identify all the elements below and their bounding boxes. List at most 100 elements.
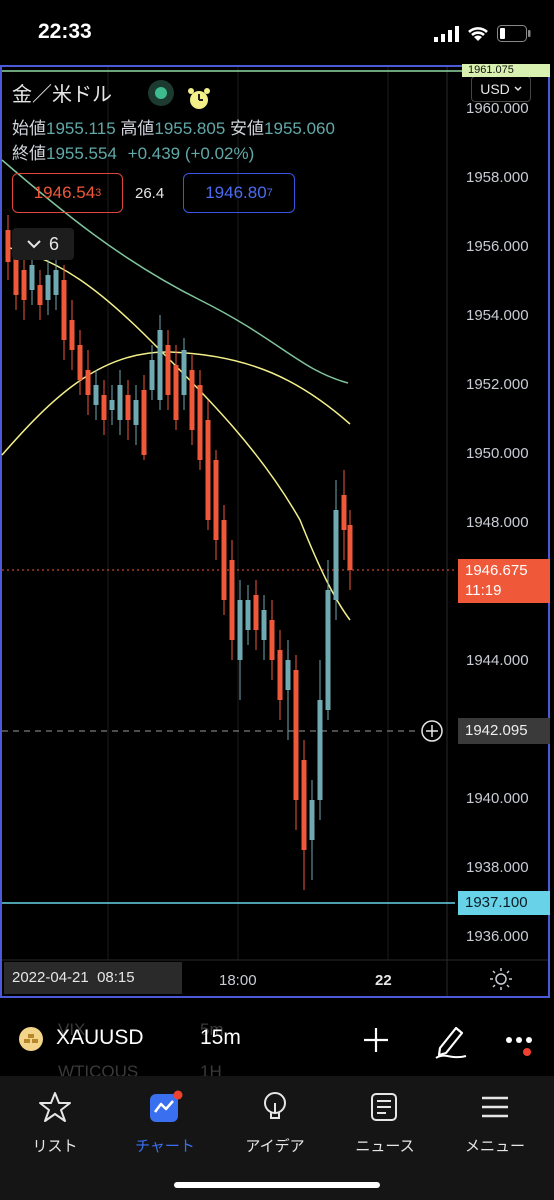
top-edge-price-tag: 1961.075 xyxy=(462,64,550,77)
tab-menu-label: メニュー xyxy=(464,1138,525,1155)
buy-button[interactable]: 1946.80 7 xyxy=(183,173,295,213)
candle-body xyxy=(13,255,19,295)
candle-body xyxy=(157,330,163,400)
chart-icon xyxy=(150,1090,183,1122)
candle-body xyxy=(245,600,251,630)
candle-body xyxy=(165,345,171,395)
chevron-down-icon xyxy=(27,240,41,249)
sell-button[interactable]: 1946.54 3 xyxy=(12,173,123,213)
candle-body xyxy=(181,350,187,395)
candle-body xyxy=(341,495,347,530)
drawing-pen-icon[interactable] xyxy=(432,1022,468,1060)
market-open-dot xyxy=(155,87,167,99)
candle-body xyxy=(21,270,27,300)
tab-chart-label: チャート xyxy=(135,1138,195,1155)
currency-label: USD xyxy=(480,81,510,97)
candle-body xyxy=(125,395,131,420)
open-label: 始値 xyxy=(12,119,46,138)
buy-price-pip: 7 xyxy=(266,187,273,199)
symbol-title[interactable]: 金／米ドル xyxy=(12,78,112,107)
spread-value: 26.4 xyxy=(135,185,165,202)
open-value: 1955.115 xyxy=(46,119,116,138)
price-scale-label: 1954.000 xyxy=(466,307,529,324)
symbol-name[interactable]: XAUUSD xyxy=(56,1026,144,1050)
tab-list[interactable]: リスト xyxy=(0,1090,110,1156)
ohlc-line-2: 終値1955.554 +0.439 (+0.02%) xyxy=(12,139,254,164)
time-tick-22: 22 xyxy=(375,972,392,989)
candle-body xyxy=(29,265,35,290)
candle-body xyxy=(237,600,243,660)
symbol-bar: VIX 5m WTICOUS 1H XAUUSD 15m xyxy=(0,1002,554,1081)
currency-selector[interactable]: USD xyxy=(471,76,531,102)
candle-body xyxy=(173,365,179,420)
tab-ideas[interactable]: アイデア xyxy=(220,1090,330,1156)
tab-news-label: ニュース xyxy=(355,1138,415,1155)
tab-news[interactable]: ニュース xyxy=(330,1090,440,1156)
candle-body xyxy=(229,560,235,640)
current-price-tag: 1946.675 11:19 xyxy=(458,559,550,603)
candle-body xyxy=(141,390,147,455)
indicators-toggle[interactable]: 6 xyxy=(12,228,74,260)
candle-body xyxy=(325,590,331,710)
indicators-count: 6 xyxy=(48,233,59,254)
candle-countdown: 11:19 xyxy=(465,582,502,599)
current-price: 1946.675 xyxy=(465,562,528,579)
gold-bars-icon xyxy=(19,1027,43,1051)
candle-body xyxy=(269,620,275,660)
candle-body xyxy=(85,370,91,395)
ma-fast-line xyxy=(9,247,351,621)
tab-chart[interactable]: チャート xyxy=(110,1090,220,1156)
candle-body xyxy=(293,670,299,800)
more-dots-icon[interactable] xyxy=(505,1032,535,1058)
candle-body xyxy=(37,285,43,305)
price-scale-label: 1936.000 xyxy=(466,928,529,945)
close-label: 終値 xyxy=(12,144,46,163)
candle-body xyxy=(213,460,219,540)
cursor-time: 08:15 xyxy=(97,969,135,986)
candle-body xyxy=(253,595,259,630)
close-value: 1955.554 xyxy=(46,144,117,163)
tab-list-label: リスト xyxy=(32,1138,78,1155)
price-scale-label: 1958.000 xyxy=(466,169,529,186)
price-scale-label: 1948.000 xyxy=(466,514,529,531)
candle-body xyxy=(317,700,323,800)
plus-icon[interactable] xyxy=(362,1026,390,1054)
sell-price: 1946.54 xyxy=(33,183,96,202)
sell-price-pip: 3 xyxy=(95,187,102,199)
lightbulb-icon xyxy=(264,1092,286,1119)
low-label: 安値 xyxy=(230,119,265,138)
ohlc-line-1: 始値1955.115 高値1955.805 安値1955.060 xyxy=(12,114,335,139)
chevron-down-icon xyxy=(514,86,522,92)
theme-sun-icon[interactable] xyxy=(490,968,512,990)
change-value: +0.439 (+0.02%) xyxy=(127,144,255,163)
candle-body xyxy=(77,345,83,380)
interval-selector[interactable]: 15m xyxy=(200,1026,241,1050)
candle-body xyxy=(93,385,99,405)
alarm-clock-icon[interactable] xyxy=(186,86,212,112)
candle-body xyxy=(205,420,211,520)
buy-price: 1946.80 xyxy=(205,183,267,202)
candle-body xyxy=(53,270,59,295)
tab-menu[interactable]: メニュー xyxy=(440,1090,550,1156)
candle-body xyxy=(347,525,353,570)
tab-ideas-label: アイデア xyxy=(245,1138,305,1155)
candle-body xyxy=(61,280,67,340)
high-label: 高値 xyxy=(120,119,155,138)
candle-body xyxy=(109,400,115,410)
market-status-indicator xyxy=(148,80,174,106)
candle-body xyxy=(133,400,139,425)
candle-body xyxy=(149,360,155,390)
candle-body xyxy=(45,275,51,300)
price-scale-label: 1944.000 xyxy=(466,652,529,669)
price-scale-label: 1950.000 xyxy=(466,445,529,462)
candle-body xyxy=(285,660,291,690)
low-value: 1955.060 xyxy=(264,119,335,138)
candle-body xyxy=(197,385,203,460)
candle-body xyxy=(277,650,283,700)
price-scale-label: 1938.000 xyxy=(466,859,529,876)
add-alert-plus-icon[interactable] xyxy=(420,719,444,743)
cursor-date: 2022-04-21 xyxy=(12,969,89,986)
menu-icon xyxy=(482,1096,508,1118)
price-scale-label: 1960.000 xyxy=(466,100,529,117)
candle-body xyxy=(309,800,315,840)
